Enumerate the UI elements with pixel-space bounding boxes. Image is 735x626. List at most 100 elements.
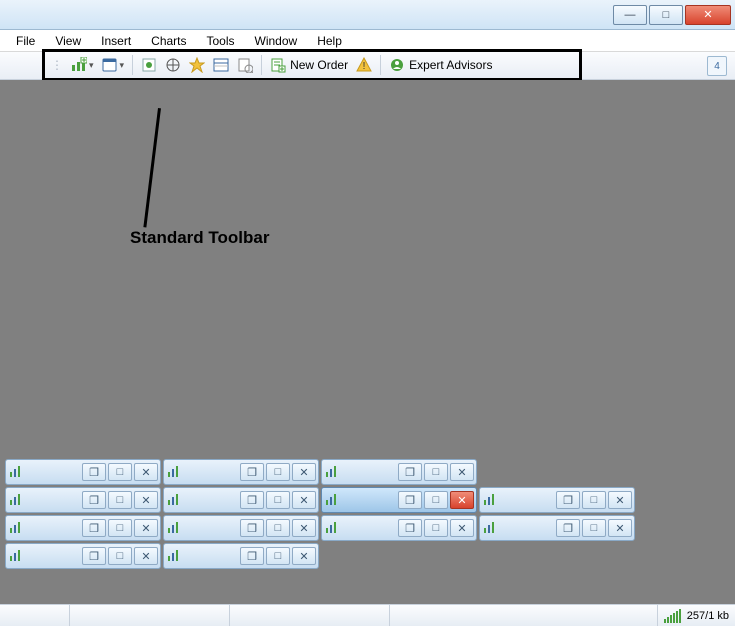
- restore-button[interactable]: ❐: [398, 491, 422, 509]
- chart-icon: [166, 520, 182, 536]
- new-order-icon: [270, 57, 286, 73]
- maximize-button[interactable]: □: [582, 519, 606, 537]
- close-button[interactable]: ✕: [134, 519, 158, 537]
- minimized-chart-window[interactable]: ❐□✕: [5, 515, 161, 541]
- message-indicator[interactable]: 4: [707, 56, 727, 76]
- close-button[interactable]: ✕: [450, 519, 474, 537]
- status-bar: 257/1 kb: [0, 604, 735, 626]
- star-icon: [189, 57, 205, 73]
- maximize-button[interactable]: □: [108, 547, 132, 565]
- minimized-chart-window[interactable]: ❐□✕: [163, 543, 319, 569]
- chart-icon: [8, 492, 24, 508]
- close-button[interactable]: ✕: [292, 547, 316, 565]
- window-close-button[interactable]: ✕: [685, 5, 731, 25]
- dropdown-arrow-icon: ▾: [89, 60, 94, 71]
- navigator-icon: [165, 57, 181, 73]
- market-watch-button[interactable]: [137, 54, 161, 76]
- menu-item-tools[interactable]: Tools: [197, 32, 245, 50]
- minimized-chart-window[interactable]: ❐□✕: [479, 515, 635, 541]
- maximize-button[interactable]: □: [266, 519, 290, 537]
- restore-button[interactable]: ❐: [82, 491, 106, 509]
- maximize-button[interactable]: □: [266, 491, 290, 509]
- close-button[interactable]: ✕: [292, 463, 316, 481]
- menu-item-help[interactable]: Help: [307, 32, 352, 50]
- menu-item-charts[interactable]: Charts: [141, 32, 196, 50]
- terminal-button[interactable]: [209, 54, 233, 76]
- chart-icon: [166, 548, 182, 564]
- maximize-button[interactable]: □: [424, 519, 448, 537]
- restore-button[interactable]: ❐: [240, 547, 264, 565]
- restore-button[interactable]: ❐: [240, 519, 264, 537]
- minimized-chart-window[interactable]: ❐□✕: [321, 459, 477, 485]
- connection-status: 257/1 kb: [658, 605, 735, 626]
- restore-button[interactable]: ❐: [82, 519, 106, 537]
- close-button[interactable]: ✕: [608, 491, 632, 509]
- new-chart-button[interactable]: ▾: [67, 54, 98, 76]
- minimized-chart-window[interactable]: ❐□✕: [5, 487, 161, 513]
- navigator-button[interactable]: [161, 54, 185, 76]
- maximize-button[interactable]: □: [266, 463, 290, 481]
- data-window-button[interactable]: [185, 54, 209, 76]
- standard-toolbar: ⋮ ▾ ▾ New Order: [42, 49, 582, 81]
- signal-bars-icon: [664, 609, 681, 623]
- minimized-chart-window[interactable]: ❐□✕: [479, 487, 635, 513]
- menu-item-view[interactable]: View: [45, 32, 91, 50]
- close-button[interactable]: ✕: [134, 463, 158, 481]
- close-button[interactable]: ✕: [450, 463, 474, 481]
- close-button[interactable]: ✕: [608, 519, 632, 537]
- window-minimize-button[interactable]: —: [613, 5, 647, 25]
- profiles-button[interactable]: ▾: [98, 54, 129, 76]
- restore-button[interactable]: ❐: [398, 519, 422, 537]
- close-button[interactable]: ✕: [450, 491, 474, 509]
- meta-editor-button[interactable]: !: [352, 54, 376, 76]
- expert-advisors-label: Expert Advisors: [409, 58, 492, 72]
- traffic-label: 257/1 kb: [687, 610, 729, 622]
- mdi-workspace: Standard Toolbar ❐□✕❐□✕❐□✕❐□✕❐□✕❐□✕❐□✕❐□…: [0, 80, 735, 604]
- restore-button[interactable]: ❐: [82, 463, 106, 481]
- maximize-button[interactable]: □: [108, 463, 132, 481]
- profiles-icon: [102, 57, 118, 73]
- restore-button[interactable]: ❐: [240, 463, 264, 481]
- window-maximize-button[interactable]: □: [649, 5, 683, 25]
- status-cell: [70, 605, 230, 626]
- close-button[interactable]: ✕: [292, 491, 316, 509]
- chart-icon: [324, 520, 340, 536]
- minimized-chart-window[interactable]: ❐□✕: [5, 543, 161, 569]
- restore-button[interactable]: ❐: [556, 519, 580, 537]
- new-order-label: New Order: [290, 58, 348, 72]
- close-button[interactable]: ✕: [134, 547, 158, 565]
- terminal-icon: [213, 57, 229, 73]
- chart-icon: [324, 464, 340, 480]
- restore-button[interactable]: ❐: [398, 463, 422, 481]
- minimized-chart-window[interactable]: ❐□✕: [321, 515, 477, 541]
- toolbar-separator: [261, 55, 262, 75]
- expert-advisors-icon: [389, 57, 405, 73]
- minimized-chart-window[interactable]: ❐□✕: [321, 487, 477, 513]
- chart-icon: [324, 492, 340, 508]
- market-watch-icon: [141, 57, 157, 73]
- maximize-button[interactable]: □: [582, 491, 606, 509]
- chart-icon: [166, 492, 182, 508]
- menu-item-file[interactable]: File: [6, 32, 45, 50]
- minimized-chart-window[interactable]: ❐□✕: [163, 459, 319, 485]
- restore-button[interactable]: ❐: [240, 491, 264, 509]
- maximize-button[interactable]: □: [108, 491, 132, 509]
- status-cell: [230, 605, 390, 626]
- minimized-chart-window[interactable]: ❐□✕: [5, 459, 161, 485]
- menu-item-window[interactable]: Window: [245, 32, 308, 50]
- maximize-button[interactable]: □: [424, 491, 448, 509]
- new-order-button[interactable]: New Order: [266, 54, 352, 76]
- restore-button[interactable]: ❐: [82, 547, 106, 565]
- minimized-chart-window[interactable]: ❐□✕: [163, 487, 319, 513]
- strategy-tester-icon: [237, 57, 253, 73]
- minimized-chart-window[interactable]: ❐□✕: [163, 515, 319, 541]
- maximize-button[interactable]: □: [424, 463, 448, 481]
- strategy-tester-button[interactable]: [233, 54, 257, 76]
- expert-advisors-button[interactable]: Expert Advisors: [385, 54, 496, 76]
- menu-item-insert[interactable]: Insert: [91, 32, 141, 50]
- restore-button[interactable]: ❐: [556, 491, 580, 509]
- close-button[interactable]: ✕: [292, 519, 316, 537]
- close-button[interactable]: ✕: [134, 491, 158, 509]
- maximize-button[interactable]: □: [266, 547, 290, 565]
- maximize-button[interactable]: □: [108, 519, 132, 537]
